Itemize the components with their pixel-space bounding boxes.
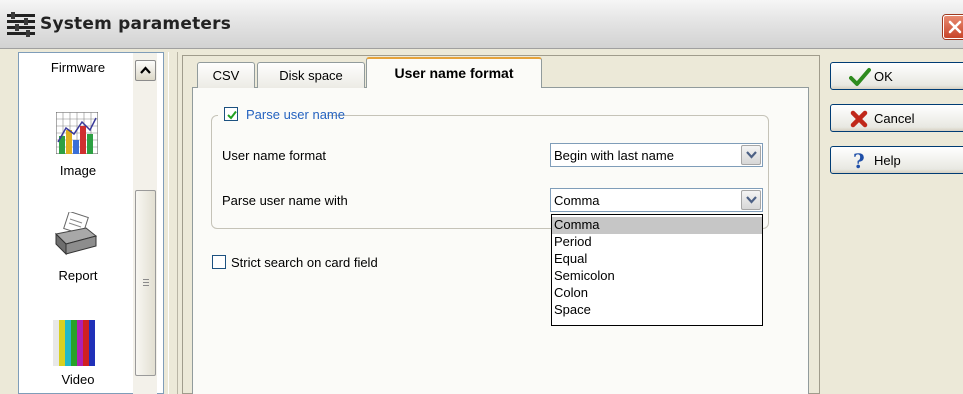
scroll-thumb[interactable]	[135, 190, 156, 376]
checkmark-icon	[849, 67, 871, 90]
help-label: Help	[874, 153, 901, 168]
user-name-format-select[interactable]: Begin with last name	[550, 143, 763, 167]
chevron-down-icon[interactable]	[741, 190, 761, 210]
tab-csv[interactable]: CSV	[197, 62, 255, 88]
dropdown-option-colon[interactable]: Colon	[552, 285, 762, 302]
pane-divider[interactable]	[168, 52, 178, 394]
strict-search-label[interactable]: Strict search on card field	[231, 255, 378, 270]
user-name-format-value: Begin with last name	[554, 148, 674, 163]
parse-with-value: Comma	[554, 193, 600, 208]
red-x-icon	[849, 109, 869, 132]
chevron-down-icon[interactable]	[741, 145, 761, 165]
scroll-grip	[143, 282, 149, 283]
check-icon	[227, 110, 237, 120]
question-mark-icon: ?	[853, 149, 865, 173]
cancel-label: Cancel	[874, 111, 915, 126]
title-bar: System parameters	[0, 0, 963, 49]
scroll-up-button[interactable]	[135, 60, 156, 81]
dropdown-option-comma[interactable]: Comma	[552, 217, 762, 234]
cancel-button[interactable]: Cancel	[830, 104, 963, 132]
close-x-icon[interactable]	[943, 15, 963, 39]
color-bars-icon[interactable]	[53, 320, 95, 369]
parse-with-select[interactable]: Comma	[550, 188, 763, 212]
dropdown-option-semicolon[interactable]: Semicolon	[552, 268, 762, 285]
parse-user-name-with-label: Parse user name with	[222, 193, 348, 208]
parse-user-name-label[interactable]: Parse user name	[246, 107, 345, 122]
sidebar-item-image[interactable]: Image	[28, 163, 128, 178]
group-legend: Parse user name	[218, 106, 345, 124]
chevron-up-icon	[140, 66, 151, 74]
tab-disk-space[interactable]: Disk space	[257, 62, 365, 88]
user-name-format-label: User name format	[222, 148, 327, 163]
tab-user-name-format[interactable]: User name format	[366, 57, 542, 88]
sidebar-item-report[interactable]: Report	[28, 268, 128, 283]
bar-chart-icon[interactable]	[55, 111, 99, 157]
printer-icon[interactable]	[52, 210, 98, 259]
dropdown-option-equal[interactable]: Equal	[552, 251, 762, 268]
scroll-grip	[143, 279, 149, 280]
system-parameters-icon	[6, 12, 36, 40]
parse-user-name-checkbox[interactable]	[224, 107, 238, 121]
strict-search-checkbox[interactable]	[212, 255, 226, 269]
parse-with-dropdown-list[interactable]: Comma Period Equal Semicolon Colon Space	[551, 214, 763, 326]
dropdown-option-period[interactable]: Period	[552, 234, 762, 251]
sidebar-item-video[interactable]: Video	[28, 372, 128, 387]
ok-label: OK	[874, 69, 893, 84]
scroll-grip	[143, 285, 149, 286]
help-button[interactable]: ? Help	[830, 146, 963, 174]
dropdown-option-space[interactable]: Space	[552, 302, 762, 319]
ok-button[interactable]: OK	[830, 62, 963, 90]
sidebar-item-firmware[interactable]: Firmware	[28, 60, 128, 75]
window-title: System parameters	[40, 14, 232, 34]
